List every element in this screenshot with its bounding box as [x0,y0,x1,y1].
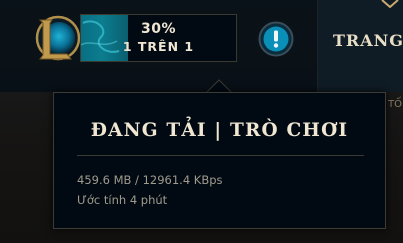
progress-percent: 30% [140,21,176,38]
estimated-time: Ước tính 4 phút [77,193,168,207]
download-speed: 459.6 MB / 12961.4 KBps [77,173,223,187]
edge-text-fragment: TỐ [388,99,402,110]
tooltip-title: ĐANG TẢI | TRÒ CHƠI [90,120,349,141]
league-logo-icon[interactable] [34,14,82,62]
nav-tab-home[interactable]: TRANG [333,31,403,50]
download-progress[interactable]: 30% 1 TRÊN 1 [80,14,237,62]
download-tooltip: ĐANG TẢI | TRÒ CHƠI 459.6 MB / 12961.4 K… [53,92,386,229]
divider [77,155,364,156]
alert-icon[interactable] [258,21,294,57]
chevron-down-icon[interactable] [381,0,399,8]
queue-count: 1 TRÊN 1 [122,38,195,54]
